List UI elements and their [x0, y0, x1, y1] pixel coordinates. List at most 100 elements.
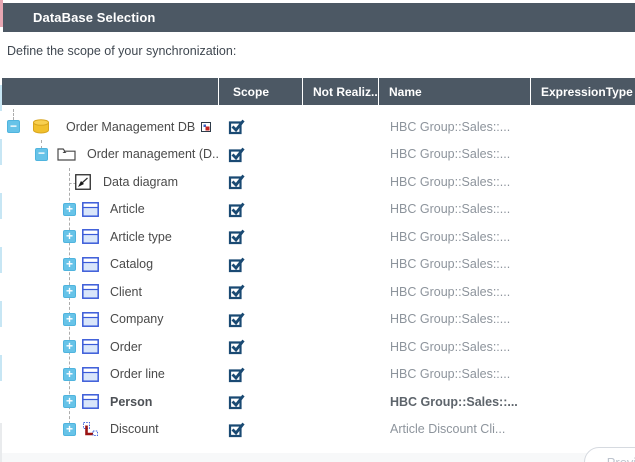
tree-row-order-management-db[interactable]: Order Management DB HBC Group::Sales::..… [2, 113, 635, 141]
name-cell: HBC Group::Sales::... [378, 333, 530, 361]
tree-row-order[interactable]: Order HBC Group::Sales::... [2, 333, 635, 361]
tree-row-article[interactable]: Article HBC Group::Sales::... [2, 196, 635, 224]
tree-row-company[interactable]: Company HBC Group::Sales::... [2, 306, 635, 334]
tree-cell: Discount [2, 416, 218, 444]
expand-expander-icon[interactable] [63, 285, 76, 298]
name-cell: HBC Group::Sales::... [378, 223, 530, 251]
tree-row-discount[interactable]: Discount Article Discount Cli... [2, 416, 635, 444]
expression-type-cell [530, 333, 635, 361]
scope-checkbox[interactable] [228, 256, 245, 273]
not-realized-cell [302, 361, 378, 389]
table-icon [82, 284, 99, 299]
column-header-name: Name [378, 78, 530, 105]
scope-checkbox[interactable] [228, 228, 245, 245]
scope-cell [218, 388, 302, 416]
expand-expander-icon[interactable] [63, 203, 76, 216]
edge-segment [0, 193, 2, 219]
scope-checkbox[interactable] [228, 146, 245, 163]
dialog-title-bar: DataBase Selection [3, 3, 635, 32]
scope-checkbox[interactable] [228, 283, 245, 300]
not-realized-cell [302, 223, 378, 251]
collapse-expander-icon[interactable] [35, 148, 48, 161]
tree-cell: Person [2, 388, 218, 416]
database-icon [32, 118, 50, 135]
expand-expander-icon[interactable] [63, 230, 76, 243]
table-icon [82, 257, 99, 272]
column-header-tree [2, 78, 218, 105]
table-icon [82, 312, 99, 327]
name-cell: HBC Group::Sales::... [378, 388, 530, 416]
tree-row-order-management-model[interactable]: Order management (D... HBC Group::Sales:… [2, 141, 635, 169]
scope-checkbox[interactable] [228, 338, 245, 355]
scope-cell [218, 113, 302, 141]
table-header: Scope Not Realiz... Name ExpressionType [2, 78, 635, 105]
tree-item-label: Article type [110, 230, 172, 244]
name-cell: HBC Group::Sales::... [378, 251, 530, 279]
column-header-scope: Scope [218, 78, 302, 105]
scope-checkbox[interactable] [228, 366, 245, 383]
instruction-text: Define the scope of your synchronization… [7, 44, 236, 58]
edge-segment [0, 355, 2, 381]
scope-cell [218, 333, 302, 361]
tree-row-article-type[interactable]: Article type HBC Group::Sales::... [2, 223, 635, 251]
tree-cell: Article type [2, 223, 218, 251]
tree-row-order-line[interactable]: Order line HBC Group::Sales::... [2, 361, 635, 389]
scope-checkbox[interactable] [228, 118, 245, 135]
table-icon [82, 202, 99, 217]
expand-expander-icon[interactable] [63, 395, 76, 408]
scope-checkbox[interactable] [228, 201, 245, 218]
background-window-edge [0, 0, 3, 462]
tree-cell: Order [2, 333, 218, 361]
not-realized-cell [302, 306, 378, 334]
tree-item-label: Person [110, 395, 152, 409]
tree-item-label: Article [110, 202, 145, 216]
tree-cell: Order Management DB [2, 113, 218, 141]
expand-expander-icon[interactable] [63, 340, 76, 353]
tree-row-catalog[interactable]: Catalog HBC Group::Sales::... [2, 251, 635, 279]
expression-type-cell [530, 388, 635, 416]
scope-checkbox[interactable] [228, 173, 245, 190]
table-icon [82, 229, 99, 244]
scope-checkbox[interactable] [228, 311, 245, 328]
scope-checkbox[interactable] [228, 421, 245, 438]
expression-type-cell [530, 196, 635, 224]
table-body: Order Management DB HBC Group::Sales::..… [2, 113, 635, 443]
tree-cell: Data diagram [2, 168, 218, 196]
scope-cell [218, 141, 302, 169]
scope-cell [218, 416, 302, 444]
table-icon [82, 394, 99, 409]
tree-row-client[interactable]: Client HBC Group::Sales::... [2, 278, 635, 306]
expand-expander-icon[interactable] [63, 313, 76, 326]
expression-type-cell [530, 223, 635, 251]
scope-checkbox[interactable] [228, 393, 245, 410]
tree-cell: Client [2, 278, 218, 306]
scope-cell [218, 278, 302, 306]
tree-item-label: Company [110, 312, 164, 326]
tree-row-person[interactable]: Person HBC Group::Sales::... [2, 388, 635, 416]
collapse-expander-icon[interactable] [7, 120, 20, 133]
column-header-not-realized: Not Realiz... [302, 78, 378, 105]
view-icon [82, 421, 99, 437]
name-cell: HBC Group::Sales::... [378, 168, 530, 196]
table-icon [82, 339, 99, 354]
edge-segment [0, 0, 3, 27]
name-cell: HBC Group::Sales::... [378, 278, 530, 306]
tree-row-data-diagram[interactable]: Data diagram HBC Group::Sales::... [2, 168, 635, 196]
previous-button[interactable]: Previous [584, 447, 635, 462]
name-cell: HBC Group::Sales::... [378, 141, 530, 169]
diagram-icon [75, 174, 91, 190]
tree-item-label: Order Management DB [66, 120, 195, 134]
expand-expander-icon[interactable] [63, 258, 76, 271]
not-realized-cell [302, 113, 378, 141]
not-realized-cell [302, 416, 378, 444]
edge-segment [0, 301, 2, 327]
name-cell: HBC Group::Sales::... [378, 196, 530, 224]
tree-item-label: Order [110, 340, 142, 354]
expand-expander-icon[interactable] [63, 368, 76, 381]
expression-type-cell [530, 141, 635, 169]
tree-item-label: Order management (D... [87, 147, 218, 161]
expand-expander-icon[interactable] [63, 423, 76, 436]
edge-segment [0, 423, 2, 462]
table-icon [82, 367, 99, 382]
expression-type-cell [530, 416, 635, 444]
